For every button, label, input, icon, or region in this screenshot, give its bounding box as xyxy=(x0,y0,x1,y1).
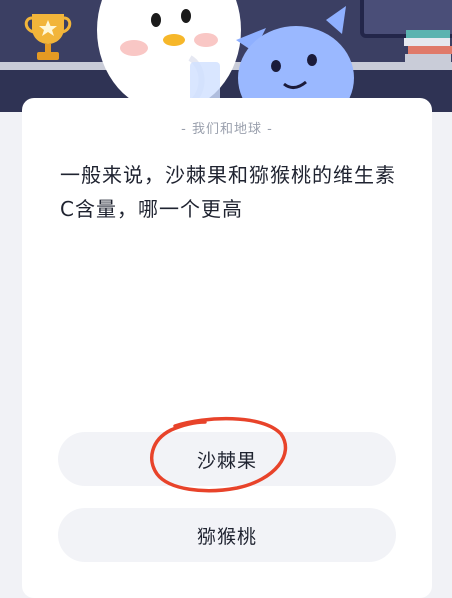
books-icon xyxy=(404,30,452,62)
option-button-1[interactable]: 沙棘果 xyxy=(58,432,396,486)
card-subtitle: - 我们和地球 - xyxy=(181,122,273,137)
question-card: - 我们和地球 - 一般来说，沙棘果和猕猴桃的维生素C含量，哪一个更高 沙棘果 … xyxy=(22,98,432,598)
option-label-2: 猕猴桃 xyxy=(196,525,257,548)
blue-dinosaur-mascot xyxy=(236,6,354,112)
header-banner xyxy=(0,0,452,112)
qq-penguin-mascot xyxy=(97,0,241,112)
option-label-1: 沙棘果 xyxy=(196,449,257,472)
trophy-icon xyxy=(24,14,72,60)
option-button-2[interactable]: 猕猴桃 xyxy=(58,508,396,562)
question-text: 一般来说，沙棘果和猕猴桃的维生素C含量，哪一个更高 xyxy=(60,163,396,221)
